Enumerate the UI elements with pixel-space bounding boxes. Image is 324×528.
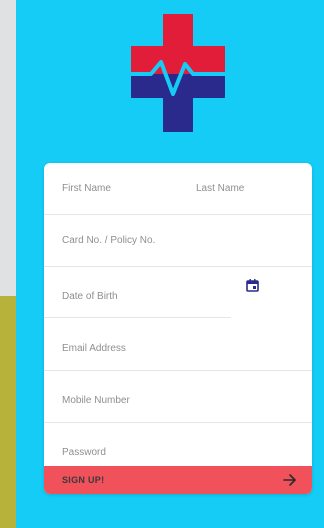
arrow-right-icon: [282, 472, 298, 488]
card-policy-placeholder: Card No. / Policy No.: [62, 235, 156, 246]
medical-cross-heartbeat-icon: [131, 14, 225, 132]
email-field[interactable]: Email Address: [44, 319, 312, 371]
date-of-birth-underline: [44, 317, 231, 318]
mobile-number-placeholder: Mobile Number: [62, 395, 130, 406]
name-row: First Name Last Name: [44, 163, 312, 215]
date-of-birth-field[interactable]: Date of Birth: [44, 267, 312, 319]
first-name-field[interactable]: First Name: [62, 183, 111, 194]
background-strip-bottom: [0, 296, 16, 528]
last-name-field[interactable]: Last Name: [196, 183, 244, 194]
password-placeholder: Password: [62, 447, 106, 458]
mobile-number-field[interactable]: Mobile Number: [44, 371, 312, 423]
signup-form-card: First Name Last Name Card No. / Policy N…: [44, 163, 312, 494]
email-placeholder: Email Address: [62, 343, 126, 354]
sign-up-button[interactable]: SIGN UP!: [44, 466, 312, 494]
background-strip-top: [0, 0, 16, 296]
date-of-birth-placeholder: Date of Birth: [62, 291, 118, 302]
sign-up-label: SIGN UP!: [62, 475, 105, 485]
calendar-icon[interactable]: [246, 279, 259, 292]
card-policy-field[interactable]: Card No. / Policy No.: [44, 215, 312, 267]
